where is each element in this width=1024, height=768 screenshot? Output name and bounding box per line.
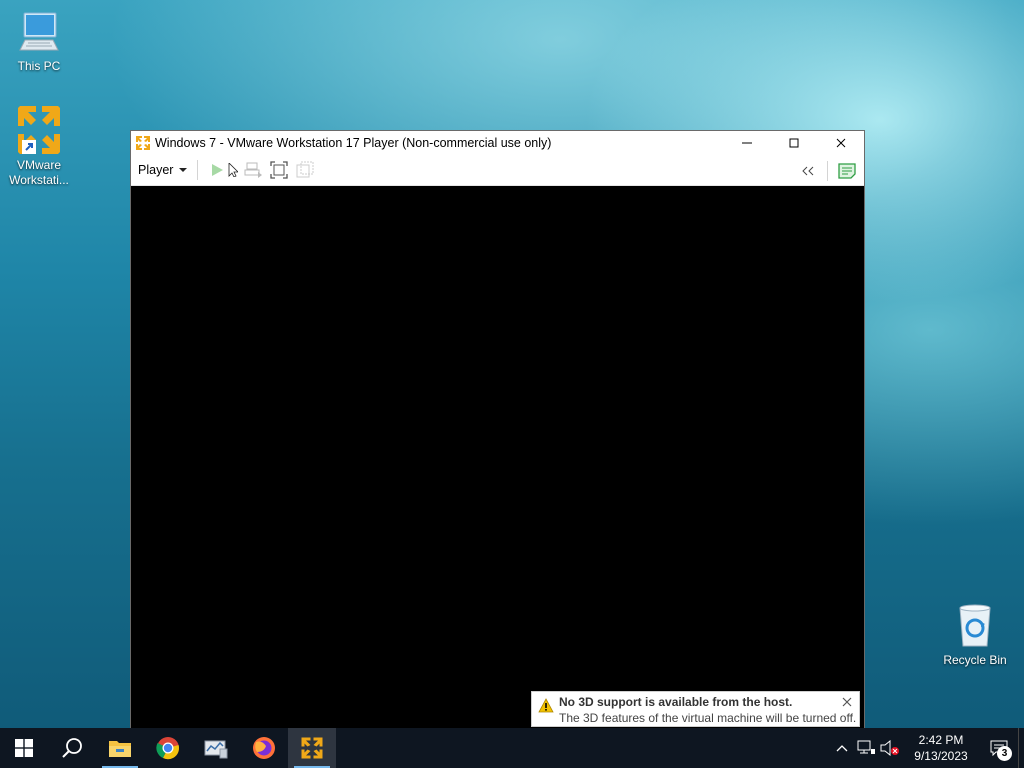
vm-display[interactable] — [131, 187, 864, 729]
chrome-icon — [156, 737, 179, 760]
vmware-icon — [14, 104, 64, 156]
volume-button[interactable] — [878, 728, 902, 768]
unity-icon — [296, 161, 314, 178]
send-ctrl-alt-del-icon — [244, 162, 263, 178]
minimize-icon — [741, 142, 752, 144]
search-button[interactable] — [48, 728, 96, 768]
player-menu-button[interactable]: Player — [138, 158, 191, 182]
toolbar-separator — [827, 160, 828, 181]
window-controls — [723, 131, 864, 155]
toolbar-right — [795, 155, 864, 186]
desktop-icon-this-pc[interactable]: This PC — [4, 10, 74, 74]
recycle-bin-icon — [940, 602, 1010, 651]
vmware-icon — [135, 135, 151, 151]
vmware-player-window: Windows 7 - VMware Workstation 17 Player… — [130, 130, 865, 730]
library-button[interactable] — [834, 159, 860, 183]
warning-icon — [538, 698, 554, 718]
network-button[interactable] — [854, 728, 878, 768]
search-icon — [62, 738, 82, 758]
send-ctrl-alt-del-button[interactable] — [240, 158, 266, 182]
chevron-down-icon — [179, 168, 188, 172]
taskbar-firefox[interactable] — [240, 728, 288, 768]
maximize-icon — [789, 138, 798, 148]
fit-guest-icon — [270, 161, 289, 179]
start-icon — [15, 739, 33, 757]
maximize-button[interactable] — [770, 131, 817, 155]
show-hidden-icons-icon — [836, 745, 848, 752]
taskbar-clock[interactable]: 2:42 PM 9/13/2023 — [902, 732, 980, 764]
player-menu-label: Player — [138, 163, 174, 177]
show-hidden-icons-button[interactable] — [830, 728, 854, 768]
firefox-icon — [253, 737, 275, 759]
close-button[interactable] — [817, 131, 864, 155]
start-button[interactable] — [0, 728, 48, 768]
full-screen-button[interactable] — [266, 158, 292, 182]
desktop-icon-label: This PC — [17, 59, 61, 73]
taskbar-file-explorer[interactable] — [96, 728, 144, 768]
clock-time: 2:42 PM — [918, 733, 964, 747]
close-icon — [836, 138, 845, 148]
desktop-icon-recycle-bin[interactable]: Recycle Bin — [940, 602, 1010, 668]
taskbar-vmware-player[interactable] — [288, 728, 336, 768]
unity-button[interactable] — [292, 158, 318, 182]
taskbar-server-manager[interactable] — [192, 728, 240, 768]
library-note-icon — [838, 162, 856, 179]
play-dropdown-icon — [229, 163, 239, 177]
title-bar[interactable]: Windows 7 - VMware Workstation 17 Player… — [131, 131, 864, 155]
notification-count-badge: 3 — [997, 746, 1012, 761]
toolbar-separator — [197, 160, 199, 180]
clock-date: 9/13/2023 — [914, 749, 968, 763]
play-icon — [212, 164, 224, 176]
show-desktop-button[interactable] — [1018, 728, 1024, 768]
volume-muted-icon — [880, 740, 899, 756]
desktop-icon-label: Recycle Bin — [943, 653, 1007, 667]
window-title: Windows 7 - VMware Workstation 17 Player… — [155, 136, 552, 150]
network-icon — [857, 740, 875, 754]
minimize-button[interactable] — [723, 131, 770, 155]
file-explorer-icon — [109, 741, 131, 757]
taskbar: 2:42 PM 9/13/2023 3 — [0, 728, 1024, 768]
power-options-dropdown[interactable] — [226, 158, 240, 182]
notification-body: The 3D features of the virtual machine w… — [559, 711, 857, 725]
notification-title: No 3D support is available from the host… — [559, 695, 793, 709]
desktop-icon-label: VMware Workstati... — [9, 158, 69, 187]
system-tray: 2:42 PM 9/13/2023 3 — [830, 728, 1024, 768]
player-toolbar: Player — [131, 155, 864, 186]
close-icon — [842, 697, 852, 707]
server-manager-icon — [204, 740, 228, 759]
notification-close-button[interactable] — [841, 695, 853, 707]
vmware-icon — [301, 737, 323, 759]
collapse-toolbar-icon — [802, 166, 814, 175]
collapse-toolbar-button[interactable] — [795, 159, 821, 183]
taskbar-chrome[interactable] — [144, 728, 192, 768]
notification-toast: No 3D support is available from the host… — [531, 691, 860, 727]
action-center-button[interactable]: 3 — [980, 728, 1018, 768]
desktop-icon-vmware[interactable]: VMware Workstati... — [4, 104, 74, 188]
this-pc-icon — [4, 10, 74, 57]
